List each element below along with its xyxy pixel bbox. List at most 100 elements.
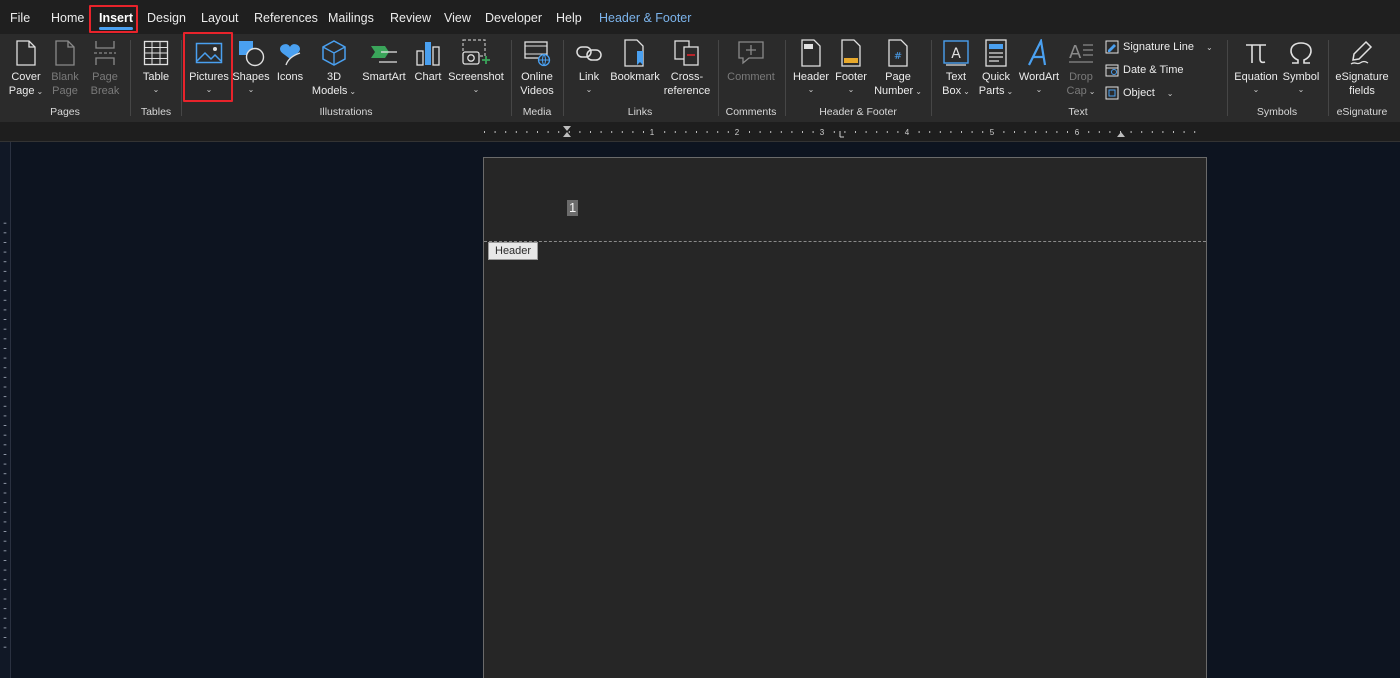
page-number-label: Page <box>885 71 911 83</box>
ruler-tick <box>3 270 7 272</box>
tab-file[interactable]: File <box>10 11 30 25</box>
ruler-tick <box>780 131 782 133</box>
wordart-icon <box>1022 36 1056 70</box>
ruler-tick <box>897 131 899 133</box>
chevron-down-icon: ⌄ <box>847 85 855 94</box>
icons-label: Icons <box>276 71 304 83</box>
icons-button[interactable]: Icons <box>273 36 307 104</box>
shapes-button[interactable]: Shapes ⌄ <box>232 36 270 104</box>
equation-button[interactable]: Equation ⌄ <box>1233 36 1279 104</box>
chart-button[interactable]: Chart <box>411 36 445 104</box>
tab-developer[interactable]: Developer <box>485 11 542 25</box>
ruler-tick <box>1035 131 1037 133</box>
ruler-tick <box>3 598 7 600</box>
tab-review[interactable]: Review <box>390 11 431 25</box>
date-time-button[interactable]: Date & Time <box>1105 60 1184 80</box>
tab-home[interactable]: Home <box>51 11 84 25</box>
ruler-tick <box>717 131 719 133</box>
table-label: Table <box>142 71 170 83</box>
svg-text:A: A <box>951 46 961 62</box>
ruler-tick <box>664 131 666 133</box>
ruler-tick <box>3 560 7 561</box>
footer-button[interactable]: Footer ⌄ <box>833 36 869 104</box>
drop-cap-button[interactable]: A Drop Cap ⌄ <box>1064 36 1098 104</box>
comment-button[interactable]: Comment <box>725 36 777 104</box>
ruler-tick <box>1109 131 1111 133</box>
link-button[interactable]: Link ⌄ <box>572 36 606 104</box>
comment-icon <box>734 36 768 70</box>
ruler-tick <box>791 131 793 133</box>
online-videos-button[interactable]: Online Videos <box>517 36 557 104</box>
table-button[interactable]: Table ⌄ <box>138 36 174 104</box>
ruler-tick <box>3 251 7 253</box>
horizontal-ruler[interactable]: 1 2 3 4 5 6 <box>0 122 1400 142</box>
tab-help[interactable]: Help <box>556 11 582 25</box>
text-box-button[interactable]: A Text Box ⌄ <box>938 36 974 104</box>
cross-reference-button[interactable]: Cross- reference <box>664 36 710 104</box>
page-number-button[interactable]: # Page Number ⌄ <box>872 36 924 104</box>
ruler-tick <box>505 131 507 133</box>
wordart-button[interactable]: WordArt ⌄ <box>1017 36 1061 104</box>
ruler-tick <box>3 550 7 552</box>
ruler-tick <box>961 131 962 133</box>
header-button[interactable]: Header ⌄ <box>792 36 830 104</box>
cover-page-button[interactable]: Cover Page ⌄ <box>6 36 46 104</box>
ruler-tick <box>918 131 920 133</box>
ruler-tick <box>3 280 7 282</box>
svg-text:#: # <box>894 51 902 62</box>
pi-icon <box>1239 36 1273 70</box>
ruler-tick <box>643 131 644 133</box>
bookmark-button[interactable]: Bookmark <box>610 36 660 104</box>
online-videos-label: Online <box>521 71 553 83</box>
blank-page-label: Blank <box>51 71 79 83</box>
group-label-symbols: Symbols <box>1256 106 1298 118</box>
tab-references[interactable]: References <box>254 11 318 25</box>
ruler-tick <box>526 131 528 133</box>
signature-line-button[interactable]: Signature Line ⌄ <box>1105 37 1213 57</box>
page-number-field[interactable]: 1 <box>567 200 579 216</box>
chevron-down-icon: ⌄ <box>807 85 815 94</box>
ruler-tick <box>3 348 7 349</box>
drop-cap-label-2: Cap <box>1066 85 1087 97</box>
ruler-tick <box>579 131 581 133</box>
screenshot-button[interactable]: Screenshot ⌄ <box>448 36 504 104</box>
group-divider <box>785 40 786 116</box>
chevron-down-icon: ⌄ <box>205 85 213 94</box>
blank-page-button[interactable]: Blank Page <box>48 36 82 104</box>
quick-parts-button[interactable]: Quick Parts ⌄ <box>977 36 1015 104</box>
tab-layout[interactable]: Layout <box>201 11 239 25</box>
equation-label: Equation <box>1234 71 1278 83</box>
link-label: Link <box>578 71 600 83</box>
chart-icon <box>411 36 445 70</box>
tab-view[interactable]: View <box>444 11 471 25</box>
esignature-fields-button[interactable]: eSignature fields <box>1334 36 1390 104</box>
tab-insert[interactable]: Insert <box>99 11 134 30</box>
object-button[interactable]: Object ⌄ <box>1105 83 1174 103</box>
vertical-ruler[interactable] <box>0 142 11 678</box>
ruler-scale: 1 2 3 4 5 6 <box>484 126 1196 138</box>
smartart-button[interactable]: SmartArt <box>360 36 408 104</box>
ruler-tick <box>1003 131 1005 133</box>
ruler-tick <box>685 131 687 133</box>
footer-label: Footer <box>835 71 867 83</box>
tab-header-footer[interactable]: Header & Footer <box>599 11 691 25</box>
bookmark-icon <box>618 36 652 70</box>
ruler-tick <box>547 131 549 133</box>
3d-models-button[interactable]: 3D Models ⌄ <box>312 36 356 104</box>
symbol-button[interactable]: Symbol ⌄ <box>1281 36 1321 104</box>
ruler-tick <box>727 131 729 133</box>
ruler-tick <box>3 492 7 494</box>
ruler-tick <box>770 131 772 133</box>
tab-design[interactable]: Design <box>147 11 186 25</box>
chevron-down-icon: ⌄ <box>1166 88 1174 98</box>
document-page[interactable]: 1 Header <box>483 157 1207 678</box>
ruler-tick <box>674 131 676 133</box>
ruler-number: 5 <box>990 128 995 137</box>
ruler-tick <box>706 131 708 133</box>
tab-mailings[interactable]: Mailings <box>328 11 374 25</box>
ruler-tick <box>844 131 846 133</box>
pictures-button[interactable]: Pictures ⌄ <box>188 36 230 104</box>
drop-cap-icon: A <box>1064 36 1098 70</box>
ruler-tick <box>802 131 803 133</box>
page-break-button[interactable]: Page Break <box>88 36 122 104</box>
